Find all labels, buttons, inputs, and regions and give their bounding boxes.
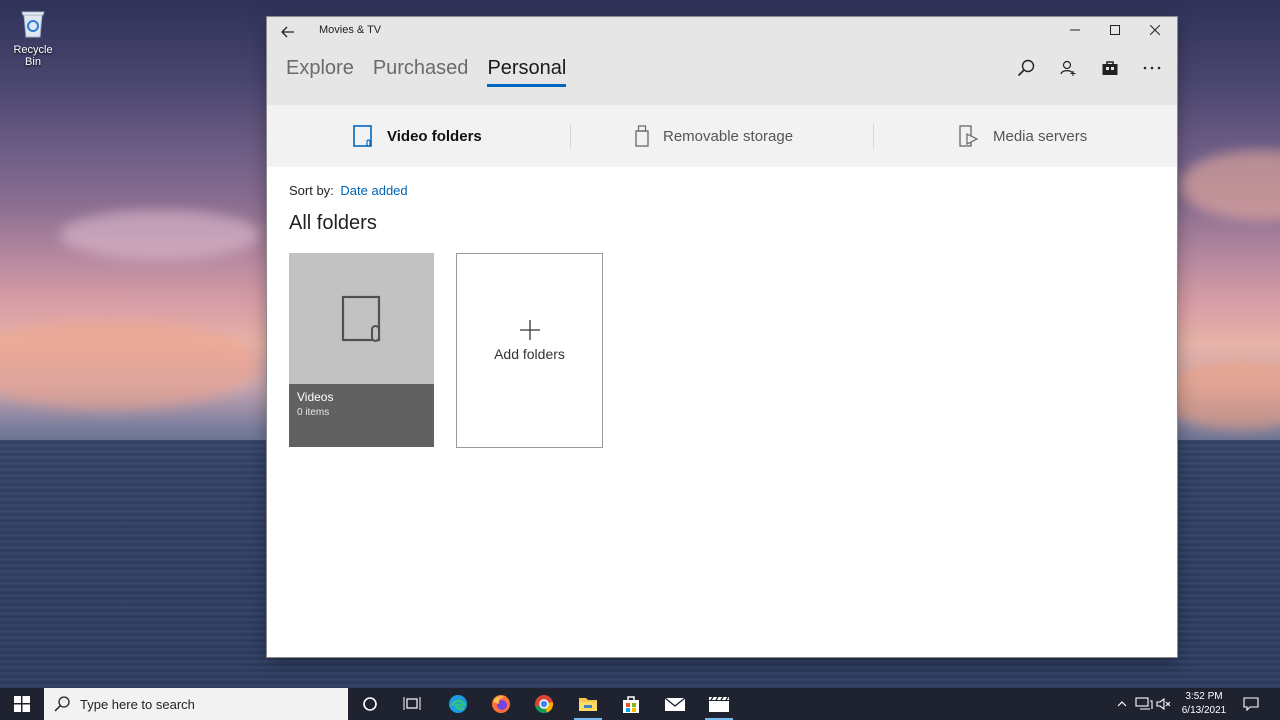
title-bar: Movies & TV Explore Purchased Personal <box>267 17 1177 105</box>
sort-label: Sort by: <box>289 183 334 198</box>
network-icon <box>1135 697 1153 710</box>
divider <box>873 124 874 149</box>
desktop-icon-recycle-bin[interactable]: Recycle Bin <box>4 4 62 68</box>
store-button[interactable] <box>1089 57 1131 79</box>
file-explorer-button[interactable] <box>566 688 610 720</box>
clock-time: 3:52 PM <box>1185 691 1223 702</box>
edge-icon <box>449 695 467 713</box>
arrow-left-icon <box>281 26 294 38</box>
edge-button[interactable] <box>436 688 480 720</box>
wallpaper-cloud <box>60 210 260 260</box>
chevron-up-icon <box>1117 701 1127 707</box>
toolbar <box>1005 57 1173 79</box>
start-button[interactable] <box>0 688 44 720</box>
movies-tv-window: Movies & TV Explore Purchased Personal V… <box>267 17 1177 657</box>
subnav-label: Media servers <box>993 127 1088 145</box>
wallpaper-cloud <box>1180 150 1280 220</box>
chrome-button[interactable] <box>522 688 566 720</box>
add-folders-label: Add folders <box>494 346 565 362</box>
volume-button[interactable] <box>1155 688 1173 720</box>
back-button[interactable] <box>277 21 299 43</box>
desktop-icon-label: Recycle Bin <box>13 44 53 68</box>
subnav-label: Removable storage <box>663 127 794 145</box>
more-button[interactable] <box>1131 57 1173 79</box>
store-icon <box>623 696 639 713</box>
minimize-button[interactable] <box>1055 17 1095 43</box>
subnav-removable-storage[interactable]: Removable storage <box>635 105 793 167</box>
taskbar: Type here to search 3:52 PM 6/13/2021 <box>0 688 1280 720</box>
close-button[interactable] <box>1135 17 1175 43</box>
divider <box>570 124 571 149</box>
search-placeholder: Type here to search <box>80 696 195 712</box>
subnav-label: Video folders <box>387 127 482 145</box>
firefox-button[interactable] <box>479 688 523 720</box>
source-navigation: Video folders Removable storage Media se… <box>267 105 1177 167</box>
chrome-icon <box>535 695 554 714</box>
main-content: Sort by: Date added All folders Videos 0… <box>267 167 1177 657</box>
wallpaper-cloud <box>0 320 260 410</box>
folder-tile-videos[interactable]: Videos 0 items <box>289 253 434 447</box>
mail-button[interactable] <box>653 688 697 720</box>
plus-icon <box>457 320 602 340</box>
file-explorer-icon <box>579 698 597 711</box>
volume-muted-icon <box>1156 697 1171 711</box>
tab-explore[interactable]: Explore <box>286 57 354 86</box>
folder-name: Videos <box>297 390 334 404</box>
firefox-icon <box>492 695 510 713</box>
wallpaper-cloud <box>1160 360 1280 430</box>
search-icon <box>1017 59 1035 77</box>
tab-personal[interactable]: Personal <box>487 57 566 87</box>
minimize-icon <box>1070 29 1080 31</box>
app-title: Movies & TV <box>319 24 382 36</box>
account-button[interactable] <box>1047 57 1089 79</box>
folder-item-count: 0 items <box>297 407 330 418</box>
task-view-icon <box>403 697 421 710</box>
mail-icon <box>664 697 686 711</box>
cortana-button[interactable] <box>348 688 392 720</box>
usb-drive-icon <box>635 125 649 147</box>
notification-icon <box>1243 697 1259 711</box>
windows-logo-icon <box>14 696 30 712</box>
search-icon <box>54 696 70 712</box>
clock-date: 6/13/2021 <box>1181 705 1227 716</box>
action-center-button[interactable] <box>1238 688 1264 720</box>
folder-meta: Videos 0 items <box>289 384 434 447</box>
cortana-icon <box>363 697 377 711</box>
network-button[interactable] <box>1133 688 1155 720</box>
folder-thumbnail <box>289 253 434 384</box>
pivot-tabs: Explore Purchased Personal <box>286 57 566 87</box>
sort-by: Sort by: Date added <box>289 183 408 198</box>
store-taskbar-button[interactable] <box>609 688 653 720</box>
subnav-media-servers[interactable]: Media servers <box>959 105 1087 167</box>
maximize-button[interactable] <box>1095 17 1135 43</box>
tab-purchased[interactable]: Purchased <box>373 57 469 86</box>
taskbar-search[interactable]: Type here to search <box>44 688 348 720</box>
video-folder-icon <box>353 125 372 147</box>
task-view-button[interactable] <box>390 688 434 720</box>
search-button[interactable] <box>1005 57 1047 79</box>
add-folders-button[interactable]: Add folders <box>456 253 603 448</box>
movies-tv-taskbar-button[interactable] <box>697 688 741 720</box>
video-folder-icon <box>341 295 380 342</box>
maximize-icon <box>1110 25 1120 35</box>
show-hidden-icons-button[interactable] <box>1113 688 1131 720</box>
media-server-icon <box>959 125 979 147</box>
taskbar-clock[interactable]: 3:52 PM 6/13/2021 <box>1172 690 1236 718</box>
section-title: All folders <box>289 212 377 234</box>
account-icon <box>1060 60 1076 76</box>
more-icon <box>1143 66 1161 70</box>
subnav-video-folders[interactable]: Video folders <box>353 105 482 167</box>
movies-tv-icon <box>709 696 729 712</box>
recycle-bin-icon <box>16 6 50 40</box>
store-icon <box>1102 61 1118 75</box>
sort-dropdown[interactable]: Date added <box>340 183 407 198</box>
close-icon <box>1150 25 1160 35</box>
